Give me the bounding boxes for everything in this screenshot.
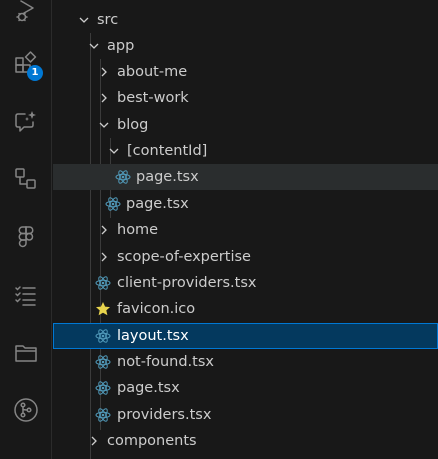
tree-item-label: client-providers.tsx xyxy=(117,275,257,291)
tree-item-providers-tsx[interactable]: providers.tsx xyxy=(53,402,438,428)
tree-item-contentid[interactable]: [contentId] xyxy=(53,138,438,164)
chevron-right-icon xyxy=(91,436,97,446)
remote-explorer-button[interactable] xyxy=(9,162,43,196)
tree-item-layout-tsx[interactable]: layout.tsx xyxy=(53,323,438,349)
tree-item-home[interactable]: home xyxy=(53,217,438,243)
chat-button[interactable] xyxy=(9,105,43,139)
tree-item-components[interactable]: components xyxy=(53,428,438,454)
figma-button[interactable] xyxy=(9,220,43,254)
tree-item-label: layout.tsx xyxy=(117,328,189,344)
chevron-down-icon xyxy=(109,148,119,154)
chevron-right-icon xyxy=(101,252,107,262)
source-control-icon xyxy=(12,396,40,424)
tree-item-label: [contentId] xyxy=(127,143,208,159)
tree-item-label: home xyxy=(117,222,159,238)
run-debug-icon xyxy=(13,0,39,24)
figma-icon xyxy=(13,224,39,250)
explorer-tree: src app about-me best-work blog [content… xyxy=(53,0,438,459)
extensions-button[interactable]: 1 xyxy=(9,47,43,81)
chevron-right-icon xyxy=(101,67,107,77)
react-icon xyxy=(95,355,111,369)
tree-item-label: app xyxy=(107,38,135,54)
chevron-down-icon xyxy=(79,17,89,23)
source-control-button[interactable] xyxy=(9,393,43,427)
tree-item-label: src xyxy=(97,12,119,28)
activity-bar: 1 xyxy=(0,0,52,459)
chat-icon xyxy=(13,109,39,135)
tasks-button[interactable] xyxy=(9,278,43,312)
tree-item-label: page.tsx xyxy=(136,169,199,185)
tree-item-label: favicon.ico xyxy=(117,301,196,317)
tree-item-label: providers.tsx xyxy=(117,407,212,423)
tree-item-blog[interactable]: blog xyxy=(53,112,438,138)
chevron-down-icon xyxy=(89,43,99,49)
chevron-right-icon xyxy=(101,225,107,235)
tree-item-label: page.tsx xyxy=(126,196,189,212)
react-icon xyxy=(115,170,131,184)
tree-item-label: best-work xyxy=(117,90,189,106)
folder-icon xyxy=(13,340,39,366)
tree-item-app[interactable]: app xyxy=(53,33,438,59)
star-icon xyxy=(96,302,110,316)
folder-button[interactable] xyxy=(9,336,43,370)
chevron-right-icon xyxy=(101,93,107,103)
react-icon xyxy=(95,408,111,422)
react-icon xyxy=(105,197,121,211)
run-debug-button[interactable] xyxy=(9,0,43,28)
chevron-down-icon xyxy=(99,122,109,128)
tree-item-label: about-me xyxy=(117,64,188,80)
tree-item-label: page.tsx xyxy=(117,380,180,396)
tree-item-src[interactable]: src xyxy=(53,7,438,33)
tree-item-blog-page-tsx[interactable]: page.tsx xyxy=(53,191,438,217)
extensions-badge: 1 xyxy=(27,65,43,81)
tree-item-label: not-found.tsx xyxy=(117,354,214,370)
remote-explorer-icon xyxy=(13,166,39,192)
tree-item-about-me[interactable]: about-me xyxy=(53,59,438,85)
tree-item-contentid-page-tsx[interactable]: page.tsx xyxy=(53,164,438,190)
tree-item-best-work[interactable]: best-work xyxy=(53,85,438,111)
tree-item-scope-of-expertise[interactable]: scope-of-expertise xyxy=(53,244,438,270)
tasks-icon xyxy=(13,282,39,308)
tree-item-label: components xyxy=(107,433,197,449)
tree-item-client-providers-tsx[interactable]: client-providers.tsx xyxy=(53,270,438,296)
tree-item-app-page-tsx[interactable]: page.tsx xyxy=(53,375,438,401)
tree-item-label: blog xyxy=(117,117,149,133)
tree-item-label: scope-of-expertise xyxy=(117,249,251,265)
tree-item-favicon-ico[interactable]: favicon.ico xyxy=(53,296,438,322)
react-icon xyxy=(95,381,111,395)
react-icon xyxy=(95,329,111,343)
vscode-window: 1 src app about-me best-work blog [conte… xyxy=(0,0,438,459)
tree-item-not-found-tsx[interactable]: not-found.tsx xyxy=(53,349,438,375)
react-icon xyxy=(95,276,111,290)
